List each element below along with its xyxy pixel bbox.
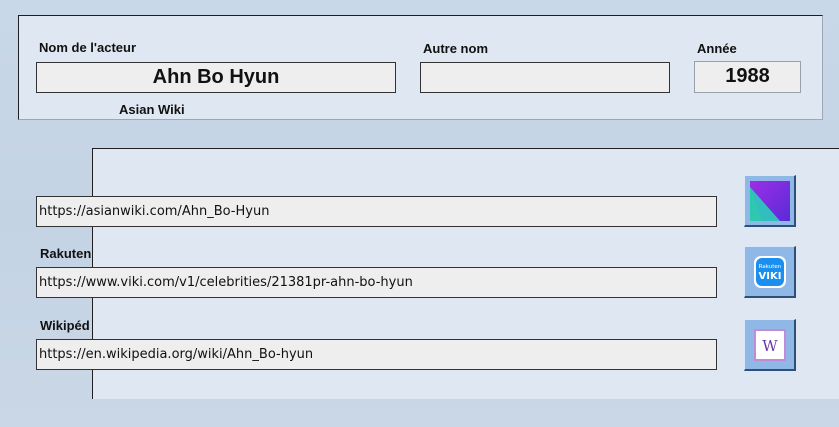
asianwiki-icon [749,180,790,221]
asianwiki-label: Asian Wiki [119,102,185,117]
wikipedia-icon: W [753,328,786,361]
rakuten-viki-icon: Rakuten VIKI [753,255,786,288]
actor-name-field[interactable]: Ahn Bo Hyun [36,62,396,93]
asianwiki-url-field[interactable]: https://asianwiki.com/Ahn_Bo-Hyun [36,196,717,227]
rakuten-viki-button[interactable]: Rakuten VIKI [744,246,796,298]
wikipedia-url-field[interactable]: https://en.wikipedia.org/wiki/Ahn_Bo-hyu… [36,339,717,370]
actor-name-label: Nom de l'acteur [39,40,137,55]
svg-text:W: W [762,337,778,355]
rakuten-url-field[interactable]: https://www.viki.com/v1/celebrities/2138… [36,267,717,298]
year-field[interactable]: 1988 [694,61,801,93]
wikipedia-button[interactable]: W [744,319,796,371]
rakuten-label: Rakuten [40,246,92,261]
asianwiki-button[interactable] [744,175,796,227]
year-label: Année [697,41,737,56]
wikipedia-label: Wikipéd [40,318,90,333]
svg-text:Rakuten: Rakuten [758,264,781,270]
other-name-field[interactable] [420,62,670,93]
svg-text:VIKI: VIKI [758,271,781,282]
other-name-label: Autre nom [423,41,488,56]
